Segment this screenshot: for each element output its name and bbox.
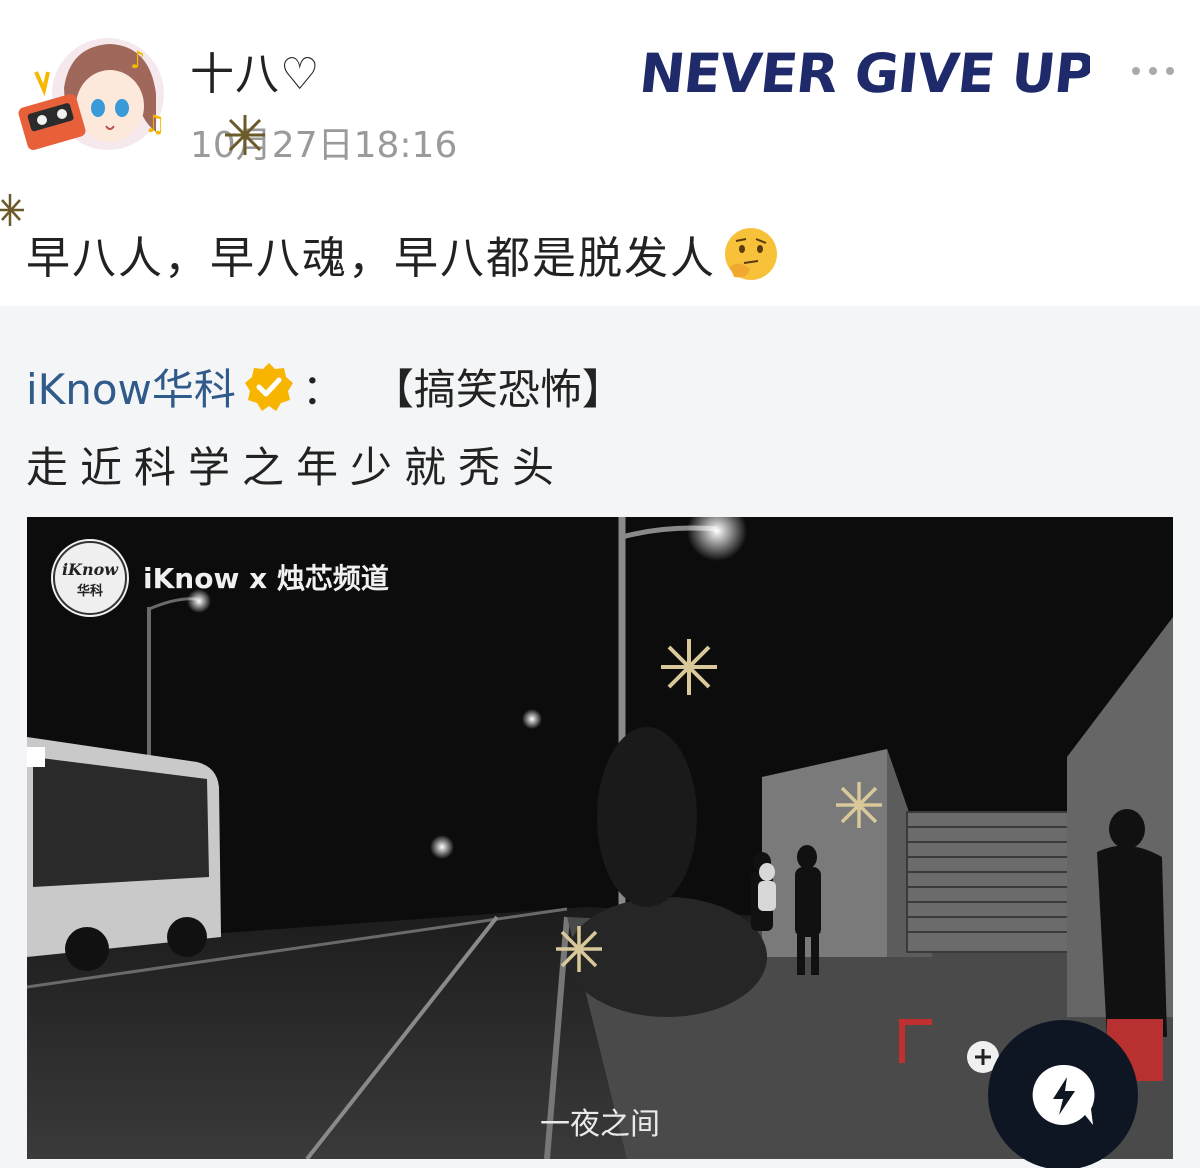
svg-text:♪: ♪	[130, 46, 145, 74]
comment-fab-button[interactable]	[988, 1020, 1138, 1168]
comment-bolt-icon	[1032, 1064, 1095, 1125]
svg-text:♫: ♫	[144, 110, 166, 138]
repost-colon: ：	[301, 365, 344, 414]
repost-header: iKnow华科 ： 【搞笑恐怖】	[26, 356, 624, 417]
more-icon[interactable]	[1128, 56, 1178, 86]
avatar[interactable]: ♪ ♫	[18, 28, 168, 158]
verified-badge-icon	[242, 360, 296, 414]
snowflake-sparkle-icon	[225, 115, 265, 155]
snowflake-sparkle-icon	[661, 639, 717, 695]
svg-text:华科: 华科	[77, 583, 103, 599]
snowflake-sparkle-icon	[836, 782, 882, 828]
post-header: ♪ ♫ 十八♡ 10月27日18:16 NEVER GIVE UP! 早八人，早…	[0, 0, 1200, 300]
svg-text:iKnow: iKnow	[62, 560, 119, 579]
username[interactable]: 十八♡	[190, 38, 320, 102]
repost-tag: 【搞笑恐怖】	[371, 365, 624, 414]
channel-logo: iKnow 华科	[51, 539, 129, 617]
post-text: 早八人，早八魂，早八都是脱发人	[26, 222, 782, 286]
repost-body-text: 走近科学之年少就秃头	[26, 443, 567, 492]
snowflake-sparkle-icon	[0, 194, 24, 226]
snowflake-sparkle-icon	[556, 926, 602, 972]
never-give-up-badge: NEVER GIVE UP!	[637, 34, 1120, 114]
video-channel-label: iKnow x 烛芯频道	[143, 562, 389, 595]
repost-author-link[interactable]: iKnow华科	[26, 356, 236, 417]
post-text-content: 早八人，早八魂，早八都是脱发人	[26, 233, 716, 284]
svg-text:NEVER GIVE UP!: NEVER GIVE UP!	[640, 42, 1090, 105]
thinking-emoji-icon	[720, 223, 782, 285]
